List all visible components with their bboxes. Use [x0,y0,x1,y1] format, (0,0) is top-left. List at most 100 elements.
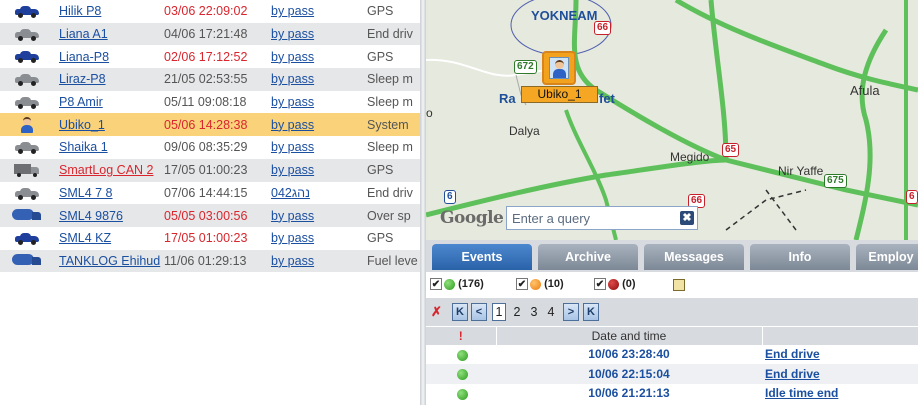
col-datetime-header[interactable]: Date and time [496,326,763,345]
vehicle-name-link[interactable]: SML4 7 8 [59,186,113,200]
col-type-header[interactable]: ! [426,326,497,345]
page-1[interactable]: 1 [492,303,506,321]
vehicle-driver-cell: by pass [269,0,365,23]
event-name-link[interactable]: End drive [762,364,918,384]
event-row[interactable]: 10/06 22:15:04 End drive [426,364,918,384]
vehicle-driver-link[interactable]: by pass [271,254,314,268]
vehicle-row[interactable]: P8 Amir 05/11 09:08:18 by pass Sleep m [0,91,420,114]
map-place-fet: fet [599,91,615,106]
event-type-cell [426,344,496,364]
event-row[interactable]: 10/06 21:21:13 Idle time end [426,383,918,403]
vehicle-name-cell: SmartLog CAN 2 [54,159,162,182]
filter-orange-checkbox[interactable]: ✔ [516,278,528,291]
vehicle-marker-icon[interactable] [542,51,576,85]
filter-red[interactable]: ✔ (0) [594,277,636,292]
map-place-dalya: Dalya [509,124,540,138]
vehicle-name-link[interactable]: SML4 KZ [59,231,111,245]
first-page-button[interactable]: K [452,303,468,321]
vehicle-driver-link[interactable]: by pass [271,209,314,223]
edit-filter-icon[interactable] [673,279,685,291]
vehicle-driver-link[interactable]: by pass [271,72,314,86]
vehicle-driver-link[interactable]: by pass [271,27,314,41]
vehicle-driver-link[interactable]: by pass [271,231,314,245]
page-3[interactable]: 3 [527,303,541,321]
vehicle-time: 21/05 02:53:55 [164,72,248,87]
vehicle-row[interactable]: Liana-P8 02/06 17:12:52 by pass GPS [0,45,420,68]
vehicle-name-cell: SML4 KZ [54,227,162,250]
vehicle-time: 17/05 01:00:23 [164,231,248,246]
vehicle-status: Over sp [367,208,411,223]
tab-employees[interactable]: Employ [856,244,918,270]
prev-page-button[interactable]: < [471,303,487,321]
vehicle-row[interactable]: Shaika 1 09/06 08:35:29 by pass Sleep m [0,136,420,159]
vehicle-driver-link[interactable]: by pass [271,118,314,132]
vehicle-driver-cell: by pass [269,136,365,159]
car-icon [15,142,39,155]
vehicle-row[interactable]: Hilik P8 03/06 22:09:02 by pass GPS [0,0,420,23]
map-search-input[interactable] [507,207,675,229]
vehicle-name-link[interactable]: Shaika 1 [59,140,108,154]
vehicle-row[interactable]: SML4 KZ 17/05 01:00:23 by pass GPS [0,227,420,250]
map-place-afula: Afula [850,83,880,98]
vehicle-row[interactable]: Liana A1 04/06 17:21:48 by pass End driv [0,22,420,46]
next-page-button[interactable]: > [563,303,579,321]
green-dot-icon [456,369,468,381]
car-icon [15,96,39,109]
vehicle-time: 17/05 01:00:23 [164,163,248,178]
filter-red-checkbox[interactable]: ✔ [594,278,606,291]
vehicle-name-link[interactable]: Liraz-P8 [59,72,106,86]
tab-events[interactable]: Events [432,244,532,270]
clear-pager-icon[interactable]: ✗ [431,304,442,320]
event-name-link[interactable]: Idle time end [762,383,918,403]
event-type-cell [426,364,496,384]
vehicle-name-cell: TANKLOG Ehihud [54,250,162,273]
road-sign-6: 6 [444,190,456,204]
vehicle-row[interactable]: SML4 7 8 07/06 14:44:15 נהג042 End driv [0,182,420,205]
vehicle-driver-link[interactable]: by pass [271,95,314,109]
vehicle-driver-link[interactable]: by pass [271,4,314,18]
map-place-ra: Ra [499,91,516,106]
vehicle-name-link[interactable]: Liana-P8 [59,50,109,64]
vehicle-row[interactable]: SML4 9876 05/05 03:00:56 by pass Over sp [0,204,420,227]
vehicle-driver-link[interactable]: נהג042 [271,186,310,200]
vehicle-row[interactable]: TANKLOG Ehihud 11/06 01:29:13 by pass Fuel … [0,249,420,273]
car-icon [15,51,39,64]
map-view[interactable]: YOKNEAM 66 672 Ra fet o Dalya Afula Megi… [426,0,918,240]
vehicle-driver-link[interactable]: by pass [271,50,314,64]
vehicle-name-cell: Ubiko_1 [54,113,162,136]
road-sign-672: 672 [514,60,537,74]
events-table: ! Date and time 10/06 23:28:40 End drive 1… [426,326,918,403]
tab-messages[interactable]: Messages [644,244,744,270]
vehicle-time: 05/06 14:28:38 [164,117,248,132]
vehicle-row[interactable]: SmartLog CAN 2 17/05 01:00:23 by pass GPS [0,158,420,182]
vehicle-marker-label[interactable]: Ubiko_1 [521,86,598,103]
vehicle-driver-link[interactable]: by pass [271,163,314,177]
vehicle-name-link[interactable]: Ubiko_1 [59,118,105,132]
google-logo: Google [440,208,504,228]
vehicle-name-cell: Shaika 1 [54,136,162,159]
vehicle-icon-cell [0,204,54,227]
vehicle-driver-cell: by pass [269,68,365,91]
vehicle-name-link[interactable]: TANKLOG Ehihud [59,254,160,268]
tab-archive[interactable]: Archive [538,244,638,270]
filter-green[interactable]: ✔ (176) [430,277,484,292]
vehicle-name-link[interactable]: Hilik P8 [59,4,101,18]
tab-info[interactable]: Info [750,244,850,270]
event-name-link[interactable]: End drive [762,344,918,364]
clear-search-icon[interactable]: ✖ [680,211,694,225]
car-icon [15,6,39,19]
filter-orange[interactable]: ✔ (10) [516,277,564,292]
vehicle-name-link[interactable]: Liana A1 [59,27,108,41]
vehicle-name-link[interactable]: SML4 9876 [59,209,123,223]
filter-green-checkbox[interactable]: ✔ [430,278,442,291]
event-row[interactable]: 10/06 23:28:40 End drive [426,344,918,364]
last-page-button[interactable]: K [583,303,599,321]
vehicle-driver-link[interactable]: by pass [271,140,314,154]
vehicle-name-link[interactable]: P8 Amir [59,95,103,109]
col-event-header[interactable] [762,326,918,345]
vehicle-name-link[interactable]: SmartLog CAN 2 [59,163,153,177]
vehicle-row[interactable]: Liraz-P8 21/05 02:53:55 by pass Sleep m [0,68,420,91]
vehicle-row[interactable]: Ubiko_1 05/06 14:28:38 by pass System [0,113,420,137]
page-2[interactable]: 2 [510,303,524,321]
page-4[interactable]: 4 [544,303,558,321]
